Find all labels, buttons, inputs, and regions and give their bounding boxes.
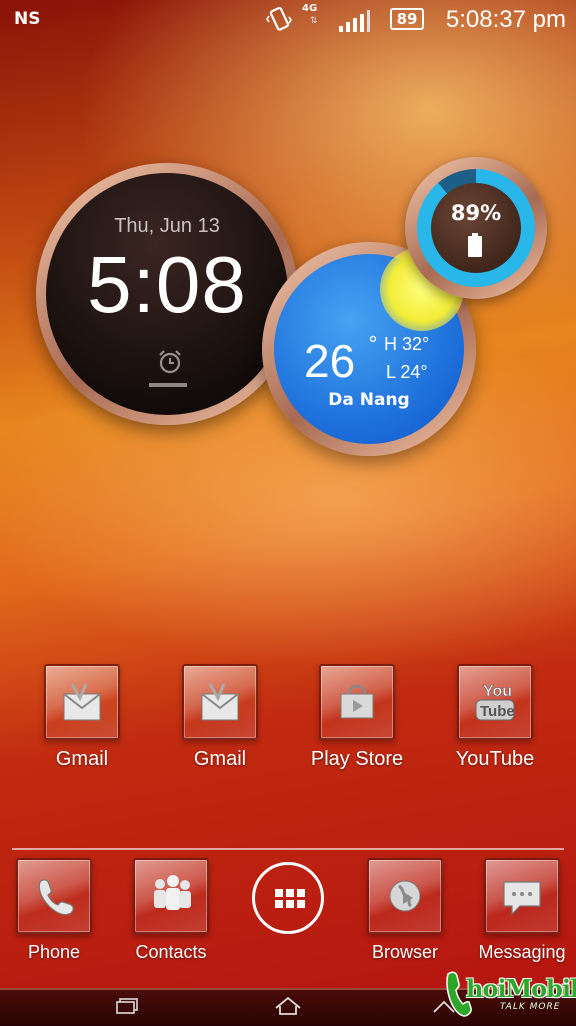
clock-widget[interactable]: Thu, Jun 13 5:08 [36,163,298,425]
clock-time: 5:08 [87,240,247,329]
battery-percent: 89% [450,201,502,225]
dock-label: Phone [27,942,81,962]
alarm-clock-icon[interactable] [157,349,183,375]
app-gmail-1[interactable]: Gmail [22,664,142,771]
home-icon[interactable] [274,996,302,1016]
battery-widget[interactable]: 89% [405,157,547,299]
phone-icon [16,858,92,934]
app-label: Play Store [310,748,404,770]
messaging-icon [484,858,560,934]
gmail-icon [182,664,258,740]
dock-messaging[interactable]: Messaging [462,858,576,963]
recent-apps-icon[interactable] [116,998,138,1014]
carrier-label: NS [14,9,41,29]
gmail-icon [44,664,120,740]
contacts-icon [133,858,209,934]
svg-text:Tube: Tube [480,703,515,720]
signal-icon [339,10,370,32]
dock-label: Messaging [478,942,566,962]
temperature-low: L 24° [386,362,428,382]
watermark-logo: hoiMobile TALK MORE [440,966,576,1022]
watermark-slogan: TALK MORE [500,1002,561,1012]
dock-divider [12,848,564,850]
clock-date: Thu, Jun 13 [114,215,220,237]
temperature: 26 [304,335,356,387]
dock-browser[interactable]: Browser [345,858,465,963]
play-store-icon [319,664,395,740]
temperature-high: H 32° [384,334,430,354]
dock-label: Contacts [135,942,207,962]
app-drawer-icon [275,889,305,909]
battery-icon: 89 [390,8,424,30]
svg-text:You: You [483,683,512,700]
dock-label: Browser [371,942,438,962]
youtube-icon: You Tube [457,664,533,740]
network-type-label: 4G [302,3,318,14]
app-drawer-button[interactable] [252,862,324,934]
status-time: 5:08:37 pm [445,6,566,33]
app-gmail-2[interactable]: Gmail [160,664,280,771]
data-arrows-icon: ⇅ [310,16,318,26]
dock-phone[interactable]: Phone [0,858,114,963]
app-label: Gmail [55,748,109,770]
dock-contacts[interactable]: Contacts [111,858,231,963]
clock-face: Thu, Jun 13 5:08 [46,173,288,415]
city-name: Da Nang [328,390,410,410]
alarm-underline [149,383,187,387]
status-bar: NS 4G ⇅ 89 5:08:37 pm [0,0,576,40]
app-play-store[interactable]: Play Store [297,664,417,771]
battery-inner: 89% [431,183,521,273]
vibrate-icon [266,6,292,40]
app-label: Gmail [193,748,247,770]
watermark-brand: hoiMobile [466,974,576,1003]
battery-glyph-icon [468,233,482,257]
app-youtube[interactable]: You Tube YouTube [435,664,555,771]
app-label: YouTube [455,748,535,770]
browser-icon [367,858,443,934]
degree-symbol: ° [368,332,378,356]
